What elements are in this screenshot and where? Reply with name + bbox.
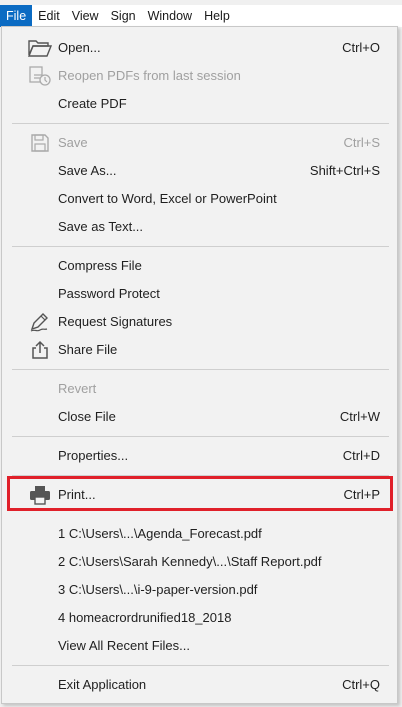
reopen-pdf-icon (27, 63, 53, 89)
compress-item[interactable]: Compress File (2, 253, 397, 279)
file-menu-dropdown: Open... Ctrl+O Reopen PDFs from last ses… (1, 26, 398, 704)
create-pdf-label: Create PDF (58, 96, 127, 111)
recent-file-label: 3 C:\Users\...\i-9-paper-version.pdf (58, 582, 258, 597)
separator (12, 246, 389, 247)
save-item[interactable]: Save Ctrl+S (2, 130, 397, 156)
menu-file[interactable]: File (0, 5, 33, 27)
request-signatures-item[interactable]: Request Signatures (2, 309, 397, 335)
close-file-item[interactable]: Close File Ctrl+W (2, 404, 397, 430)
separator (12, 369, 389, 370)
recent-file-label: 2 C:\Users\Sarah Kennedy\...\Staff Repor… (58, 554, 322, 569)
close-file-shortcut: Ctrl+W (339, 409, 380, 424)
menu-view[interactable]: View (66, 5, 105, 27)
convert-item[interactable]: Convert to Word, Excel or PowerPoint (2, 186, 397, 212)
folder-open-icon (27, 35, 53, 61)
pen-sign-icon (27, 309, 53, 335)
recent-file-item[interactable]: 3 C:\Users\...\i-9-paper-version.pdf (2, 577, 397, 603)
convert-label: Convert to Word, Excel or PowerPoint (58, 191, 277, 206)
menu-window[interactable]: Window (142, 5, 198, 27)
recent-file-item[interactable]: 4 homeacrordrunified18_2018 (2, 605, 397, 631)
open-label: Open... (58, 40, 101, 55)
view-all-recent-item[interactable]: View All Recent Files... (2, 633, 397, 659)
reopen-item[interactable]: Reopen PDFs from last session (2, 63, 397, 89)
password-protect-label: Password Protect (58, 286, 160, 301)
menu-edit[interactable]: Edit (32, 5, 66, 27)
recent-file-item[interactable]: 2 C:\Users\Sarah Kennedy\...\Staff Repor… (2, 549, 397, 575)
save-as-label: Save As... (58, 163, 117, 178)
properties-shortcut: Ctrl+D (342, 448, 380, 463)
save-label: Save (58, 135, 88, 150)
properties-item[interactable]: Properties... Ctrl+D (2, 443, 397, 469)
open-item[interactable]: Open... Ctrl+O (2, 35, 397, 61)
recent-file-label: 4 homeacrordrunified18_2018 (58, 610, 232, 625)
view-all-recent-label: View All Recent Files... (58, 638, 190, 653)
save-shortcut: Ctrl+S (343, 135, 380, 150)
recent-file-label: 1 C:\Users\...\Agenda_Forecast.pdf (58, 526, 262, 541)
exit-application-label: Exit Application (58, 677, 147, 692)
exit-application-item[interactable]: Exit Application Ctrl+Q (2, 672, 397, 698)
separator (12, 665, 389, 666)
save-as-text-label: Save as Text... (58, 219, 144, 234)
separator (12, 123, 389, 124)
properties-label: Properties... (58, 448, 129, 463)
share-icon (27, 337, 53, 363)
save-as-text-item[interactable]: Save as Text... (2, 214, 397, 240)
save-as-shortcut: Shift+Ctrl+S (309, 163, 380, 178)
separator (12, 436, 389, 437)
compress-label: Compress File (58, 258, 142, 273)
request-signatures-label: Request Signatures (58, 314, 173, 329)
floppy-disk-icon (27, 130, 53, 156)
exit-application-shortcut: Ctrl+Q (342, 677, 380, 692)
menu-sign[interactable]: Sign (105, 5, 142, 27)
save-as-item[interactable]: Save As... Shift+Ctrl+S (2, 158, 397, 184)
share-file-label: Share File (58, 342, 118, 357)
open-shortcut: Ctrl+O (342, 40, 380, 55)
menu-bar: File Edit View Sign Window Help (0, 5, 402, 27)
close-file-label: Close File (58, 409, 116, 424)
menu-help[interactable]: Help (198, 5, 236, 27)
revert-label: Revert (58, 381, 97, 396)
print-highlight-box (7, 476, 393, 511)
share-file-item[interactable]: Share File (2, 337, 397, 363)
password-protect-item[interactable]: Password Protect (2, 281, 397, 307)
create-pdf-item[interactable]: Create PDF (2, 91, 397, 117)
revert-item[interactable]: Revert (2, 376, 397, 402)
recent-file-item[interactable]: 1 C:\Users\...\Agenda_Forecast.pdf (2, 521, 397, 547)
reopen-label: Reopen PDFs from last session (58, 68, 241, 83)
